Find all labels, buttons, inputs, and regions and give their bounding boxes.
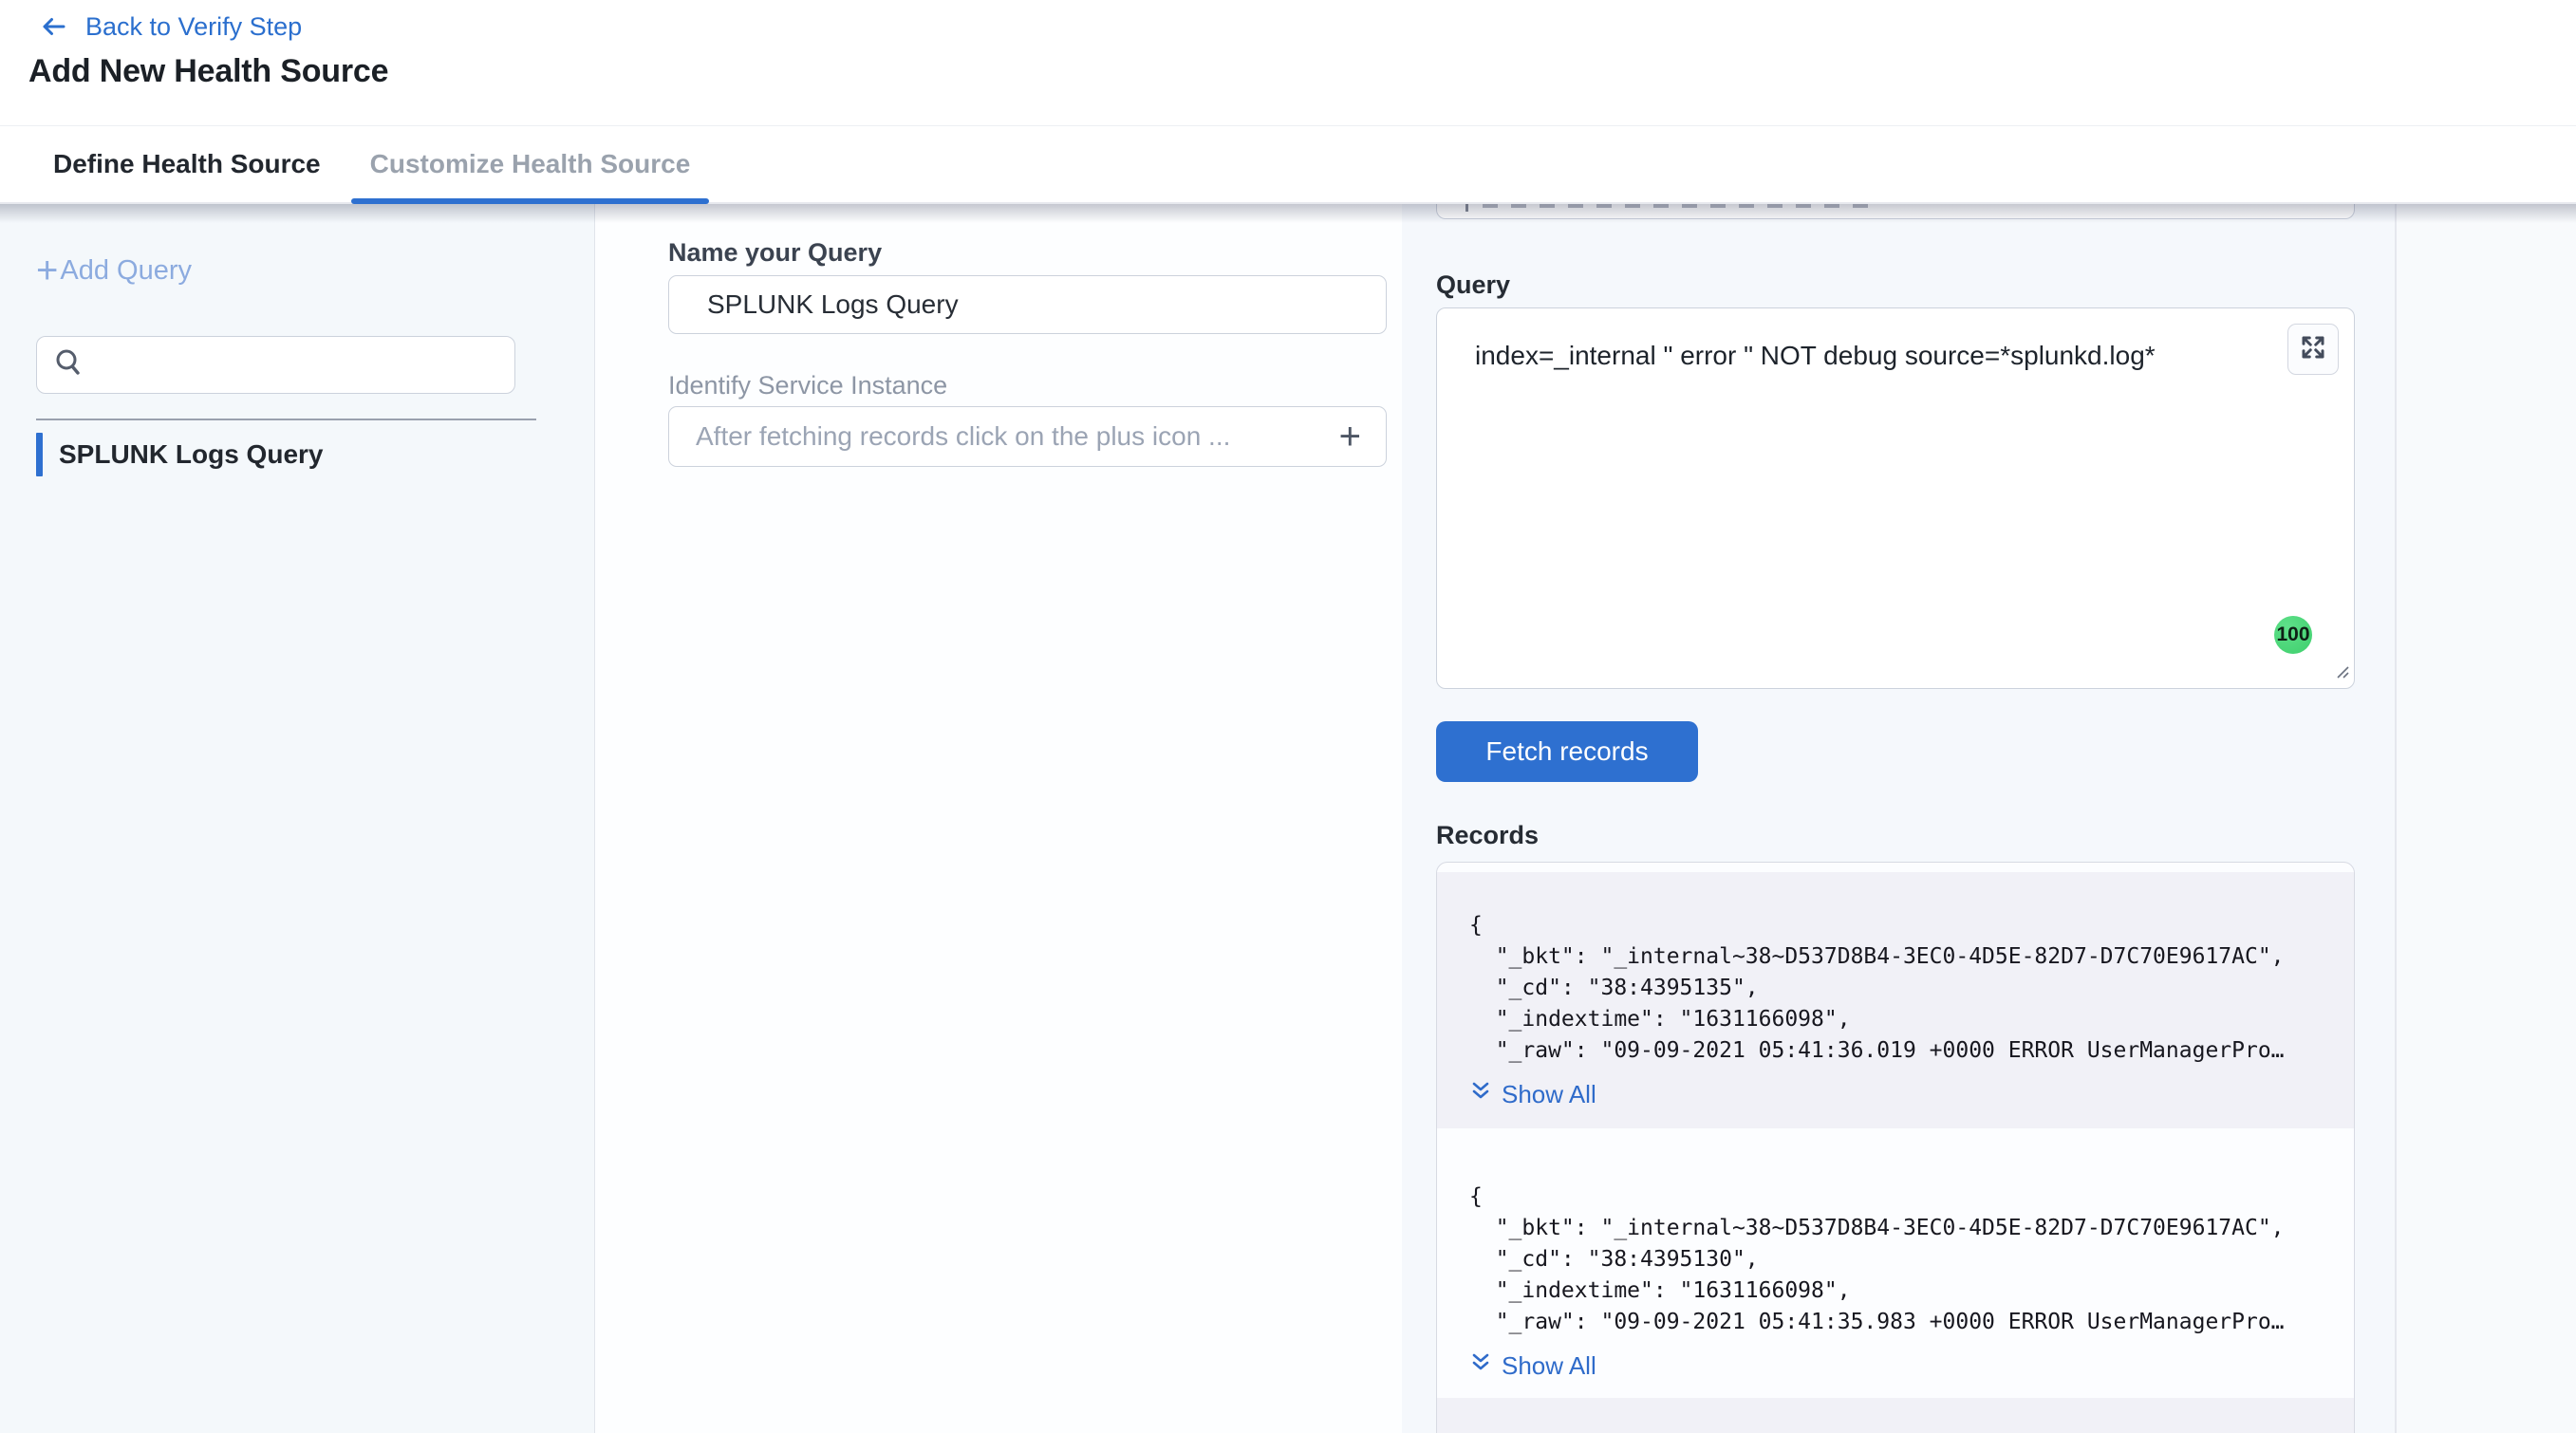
- record-card-1: { "_bkt": "_internal~38~D537D8B4-3EC0-4D…: [1437, 872, 2354, 1128]
- back-arrow-icon[interactable]: [38, 11, 68, 42]
- clipped-field-caret: [1465, 204, 1468, 212]
- tab-customize-health-source[interactable]: Customize Health Source: [351, 126, 710, 202]
- add-query-button[interactable]: + Add Query: [36, 253, 192, 288]
- query-label: Query: [1436, 270, 1510, 300]
- clipped-field-above[interactable]: [1436, 204, 2355, 219]
- add-query-label: Add Query: [60, 255, 192, 287]
- show-all-link[interactable]: Show All: [1469, 1351, 1596, 1381]
- name-query-label: Name your Query: [668, 238, 882, 268]
- query-sidebar: + Add Query SPLUNK Logs Query: [0, 204, 595, 1433]
- add-service-instance-plus-icon[interactable]: +: [1334, 422, 1367, 451]
- record-line: "_cd": "38:4395135",: [1469, 973, 2325, 1004]
- record-line: {: [1469, 910, 2325, 941]
- record-line: "_cd": "38:4395130",: [1469, 1244, 2325, 1275]
- query-search-box: [36, 336, 515, 394]
- tab-define-health-source[interactable]: Define Health Source: [34, 126, 340, 202]
- fetch-records-button[interactable]: Fetch records: [1436, 721, 1698, 782]
- add-health-source-page: Back to Verify Step Add New Health Sourc…: [0, 0, 2576, 1433]
- query-item-label: SPLUNK Logs Query: [59, 439, 323, 470]
- record-card-3-partial: [1437, 1398, 2354, 1433]
- show-all-label: Show All: [1502, 1080, 1596, 1109]
- search-input[interactable]: [98, 350, 499, 380]
- query-form-column: Name your Query Identify Service Instanc…: [595, 204, 1402, 1433]
- expand-icon: [2299, 333, 2327, 366]
- tab-bar: Define Health Source Customize Health So…: [0, 126, 2576, 204]
- back-to-verify-link[interactable]: Back to Verify Step: [38, 11, 302, 42]
- record-card-2: { "_bkt": "_internal~38~D537D8B4-3EC0-4D…: [1437, 1128, 2354, 1398]
- record-line: "_indextime": "1631166098",: [1469, 1004, 2325, 1035]
- show-all-link[interactable]: Show All: [1469, 1080, 1596, 1109]
- service-instance-input[interactable]: [669, 407, 1334, 466]
- search-icon: [52, 346, 84, 383]
- clipped-field-text: [1483, 204, 1881, 208]
- plus-icon: +: [36, 253, 58, 288]
- query-panel: Query index=_internal " error " NOT debu…: [1402, 204, 2395, 1433]
- service-instance-field: +: [668, 406, 1387, 467]
- query-name-input[interactable]: [668, 275, 1387, 334]
- record-line: {: [1469, 1182, 2325, 1213]
- header-top: Back to Verify Step Add New Health Sourc…: [0, 0, 2576, 126]
- record-line: "_bkt": "_internal~38~D537D8B4-3EC0-4D5E…: [1469, 1213, 2325, 1244]
- records-container: { "_bkt": "_internal~38~D537D8B4-3EC0-4D…: [1436, 862, 2355, 1433]
- record-line: "_indextime": "1631166098",: [1469, 1275, 2325, 1307]
- page-title: Add New Health Source: [28, 53, 388, 90]
- service-instance-label: Identify Service Instance: [668, 371, 947, 400]
- record-count-badge: 100: [2274, 616, 2312, 654]
- back-link-label[interactable]: Back to Verify Step: [85, 12, 302, 42]
- selected-indicator-bar: [36, 433, 43, 476]
- expand-query-button[interactable]: [2287, 324, 2339, 375]
- resize-handle[interactable]: [2332, 661, 2351, 685]
- records-label: Records: [1436, 821, 1539, 850]
- query-text[interactable]: index=_internal " error " NOT debug sour…: [1475, 341, 2240, 371]
- query-editor[interactable]: index=_internal " error " NOT debug sour…: [1436, 307, 2355, 689]
- sidebar-item-splunk-logs-query[interactable]: SPLUNK Logs Query: [0, 430, 594, 479]
- record-line: "_bkt": "_internal~38~D537D8B4-3EC0-4D5E…: [1469, 941, 2325, 973]
- record-line: "_raw": "09-09-2021 05:41:35.983 +0000 E…: [1469, 1307, 2325, 1338]
- double-chevron-down-icon: [1469, 1351, 1492, 1381]
- double-chevron-down-icon: [1469, 1080, 1492, 1109]
- show-all-label: Show All: [1502, 1351, 1596, 1381]
- record-line: "_raw": "09-09-2021 05:41:36.019 +0000 E…: [1469, 1035, 2325, 1067]
- page-header: Back to Verify Step Add New Health Sourc…: [0, 0, 2576, 204]
- content-area: + Add Query SPLUNK Logs Query Name your …: [0, 204, 2576, 1433]
- sidebar-divider: [36, 419, 536, 420]
- right-side-panel: [2395, 204, 2576, 1433]
